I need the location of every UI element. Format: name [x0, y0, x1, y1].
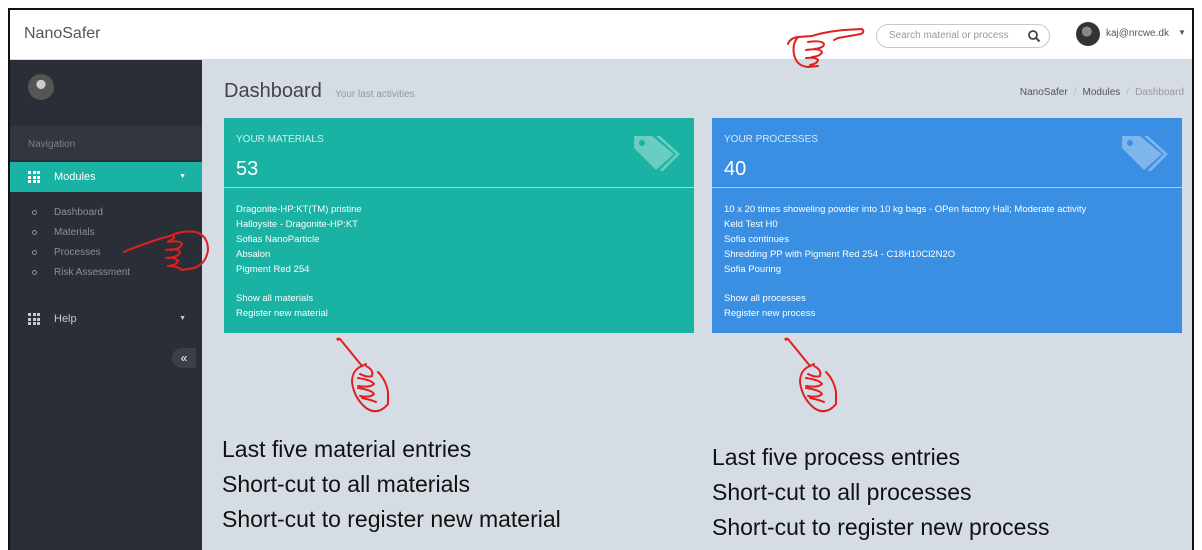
register-material-link[interactable]: Register new material	[236, 306, 328, 321]
materials-annotation: Last five material entries Short-cut to …	[222, 432, 561, 537]
annotation-line: Short-cut to register new material	[222, 506, 561, 532]
breadcrumb-current: Dashboard	[1135, 87, 1184, 98]
sidebar-item-label: Modules	[54, 171, 96, 183]
annotation-line: Short-cut to register new process	[712, 514, 1050, 540]
breadcrumb-item[interactable]: NanoSafer	[1020, 87, 1068, 98]
material-link[interactable]: Sofias NanoParticle	[236, 232, 362, 247]
tag-icon	[1122, 136, 1168, 172]
processes-shortcuts: Show all processes Register new process	[724, 291, 815, 321]
material-link[interactable]: Absalon	[236, 247, 362, 262]
search-input[interactable]	[889, 30, 1029, 41]
process-link[interactable]: Keld Test H0	[724, 217, 1086, 232]
bullet-icon	[32, 230, 37, 235]
page-title: Dashboard	[224, 80, 322, 102]
sidebar: Navigation Modules ▼ Dashboard Materials…	[10, 60, 202, 550]
main-content: Dashboard Your last activities NanoSafer…	[202, 60, 1192, 550]
process-link[interactable]: Sofia Pouring	[724, 262, 1086, 277]
pointing-hand-icon	[336, 337, 389, 413]
page-subtitle: Your last activities	[335, 89, 415, 100]
material-link[interactable]: Dragonite-HP:KT(TM) pristine	[236, 202, 362, 217]
sidebar-item-label: Materials	[54, 227, 95, 238]
screenshot-frame: NanoSafer kaj@nrcwe.dk ▼ Navigation Modu…	[8, 8, 1194, 550]
search-box[interactable]	[876, 24, 1050, 48]
processes-annotation: Last five process entries Short-cut to a…	[712, 440, 1049, 545]
bullet-icon	[32, 250, 37, 255]
chevron-down-icon: ▼	[179, 173, 186, 180]
user-email[interactable]: kaj@nrcwe.dk	[1106, 28, 1169, 39]
annotation-line: Short-cut to all processes	[712, 479, 972, 505]
pointing-hand-icon	[784, 337, 837, 413]
process-link[interactable]: Shredding PP with Pigment Red 254 - C18H…	[724, 247, 1086, 262]
nav-section-header: Navigation	[10, 126, 202, 160]
user-avatar[interactable]	[1076, 22, 1100, 46]
materials-shortcuts: Show all materials Register new material	[236, 291, 328, 321]
material-link[interactable]: Halloysite - Dragonite-HP:KT	[236, 217, 362, 232]
sidebar-avatar[interactable]	[28, 74, 54, 100]
sidebar-item-modules[interactable]: Modules ▼	[10, 162, 202, 192]
register-process-link[interactable]: Register new process	[724, 306, 815, 321]
process-link[interactable]: Sofia continues	[724, 232, 1086, 247]
grid-icon	[28, 171, 40, 183]
pointing-hand-icon	[123, 230, 209, 271]
user-menu-caret-icon[interactable]: ▼	[1178, 28, 1186, 37]
pointing-hand-icon	[787, 28, 865, 68]
card-header: YOUR PROCESSES 40	[712, 118, 1182, 188]
breadcrumb-separator: /	[1126, 87, 1130, 98]
recent-processes-list: 10 x 20 times showeling powder into 10 k…	[724, 202, 1086, 277]
sidebar-item-label: Help	[54, 313, 77, 325]
card-header: YOUR MATERIALS 53	[224, 118, 694, 188]
annotation-line: Last five material entries	[222, 436, 472, 462]
bullet-icon	[32, 270, 37, 275]
processes-count: 40	[724, 158, 747, 180]
sidebar-item-label: Risk Assessment	[54, 267, 131, 278]
processes-card: YOUR PROCESSES 40 10 x 20 times showelin…	[712, 118, 1182, 333]
show-all-processes-link[interactable]: Show all processes	[724, 291, 815, 306]
breadcrumb-item[interactable]: Modules	[1082, 87, 1120, 98]
bullet-icon	[32, 210, 37, 215]
sidebar-item-help[interactable]: Help ▼	[10, 304, 202, 334]
search-icon[interactable]	[1027, 29, 1041, 43]
top-navbar: NanoSafer kaj@nrcwe.dk ▼	[10, 10, 1192, 60]
card-title: YOUR MATERIALS	[236, 134, 324, 145]
show-all-materials-link[interactable]: Show all materials	[236, 291, 328, 306]
tag-icon	[634, 136, 680, 172]
sidebar-item-label: Dashboard	[54, 207, 103, 218]
process-link[interactable]: 10 x 20 times showeling powder into 10 k…	[724, 202, 1086, 217]
materials-count: 53	[236, 158, 259, 180]
recent-materials-list: Dragonite-HP:KT(TM) pristine Halloysite …	[236, 202, 362, 277]
sidebar-collapse-button[interactable]: «	[172, 348, 196, 368]
grid-icon	[28, 313, 40, 325]
materials-card: YOUR MATERIALS 53 Dragonite-HP:KT(TM) pr…	[224, 118, 694, 333]
card-title: YOUR PROCESSES	[724, 134, 818, 145]
annotation-line: Last five process entries	[712, 444, 961, 470]
material-link[interactable]: Pigment Red 254	[236, 262, 362, 277]
breadcrumb: NanoSafer / Modules / Dashboard	[1020, 87, 1184, 98]
chevron-down-icon: ▼	[179, 315, 186, 322]
annotation-line: Short-cut to all materials	[222, 471, 470, 497]
breadcrumb-separator: /	[1073, 87, 1077, 98]
sidebar-item-label: Processes	[54, 247, 101, 258]
brand-logo[interactable]: NanoSafer	[24, 25, 101, 43]
sidebar-item-dashboard[interactable]: Dashboard	[10, 204, 202, 224]
